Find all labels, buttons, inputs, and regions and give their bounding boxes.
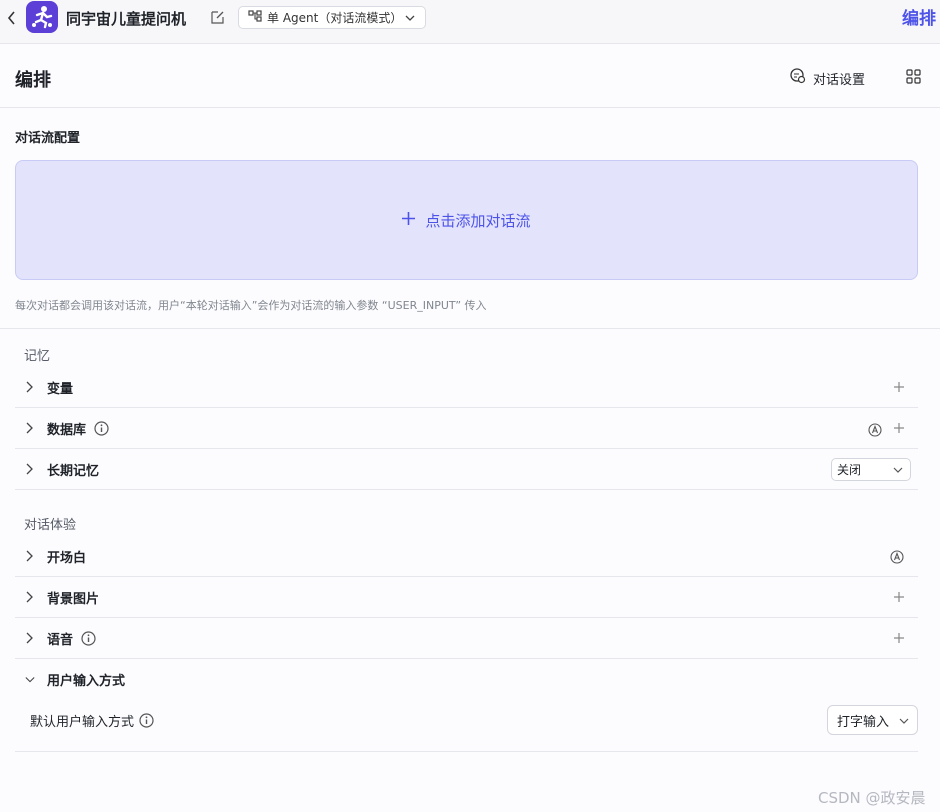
watermark: CSDN @政安晨: [818, 789, 926, 807]
flow-config-title: 对话流配置: [15, 131, 81, 146]
top-bar: 同宇宙儿童提问机 单 Agent（对话流模式） 编排: [0, 0, 940, 44]
chevron-right-icon: [25, 463, 35, 475]
long-term-memory-select[interactable]: 关闭: [831, 458, 911, 481]
info-icon[interactable]: [94, 420, 109, 436]
add-database-plus-icon[interactable]: [894, 421, 904, 436]
experience-item-voice[interactable]: 语音: [15, 618, 918, 659]
chevron-right-icon: [25, 632, 35, 644]
layout-grid-icon[interactable]: [906, 69, 921, 84]
memory-item-database[interactable]: 数据库: [15, 408, 918, 449]
chevron-right-icon: [25, 550, 35, 562]
background-image-label: 背景图片: [47, 591, 100, 607]
default-input-method-row: 默认用户输入方式 打字输入: [15, 700, 918, 752]
long-term-memory-value: 关闭: [837, 463, 862, 477]
default-input-method-label: 默认用户输入方式: [30, 711, 154, 730]
default-input-method-value: 打字输入: [837, 714, 890, 730]
page-header: 编排 对话设置: [0, 44, 940, 108]
chevron-down-icon: [893, 464, 903, 478]
add-background-plus-icon[interactable]: [894, 590, 904, 605]
auto-generate-icon[interactable]: [868, 422, 882, 437]
app-name: 同宇宙儿童提问机: [66, 10, 187, 28]
memory-item-variables[interactable]: 变量: [15, 367, 918, 408]
chevron-down-icon: [405, 12, 415, 26]
chevron-right-icon: [25, 591, 35, 603]
memory-item-long-term[interactable]: 长期记忆 关闭: [15, 449, 918, 490]
info-icon[interactable]: [81, 630, 96, 646]
experience-item-background[interactable]: 背景图片: [15, 577, 918, 618]
top-right-title[interactable]: 编排: [902, 4, 936, 29]
chevron-down-icon: [25, 676, 35, 684]
add-voice-plus-icon[interactable]: [894, 631, 904, 646]
experience-item-input-method[interactable]: 用户输入方式: [15, 659, 918, 700]
default-input-method-text: 默认用户输入方式: [30, 715, 135, 730]
database-label: 数据库: [47, 422, 87, 438]
conversation-settings-button[interactable]: 对话设置: [790, 68, 865, 88]
long-term-memory-label: 长期记忆: [47, 463, 100, 479]
voice-label: 语音: [47, 632, 74, 648]
edit-icon[interactable]: [211, 9, 225, 24]
chevron-right-icon: [25, 381, 35, 393]
section-divider: [0, 328, 940, 329]
agent-mode-label: 单 Agent（对话流模式）: [267, 11, 403, 25]
page-title: 编排: [15, 70, 51, 91]
add-flow-label: 点击添加对话流: [425, 211, 531, 230]
app-logo-icon: [26, 1, 58, 33]
memory-group-title: 记忆: [24, 349, 51, 364]
auto-generate-icon[interactable]: [890, 549, 904, 564]
variables-label: 变量: [47, 381, 74, 397]
experience-group-title: 对话体验: [24, 518, 77, 533]
default-input-method-select[interactable]: 打字输入: [827, 705, 918, 735]
back-chevron-icon[interactable]: [4, 8, 18, 28]
input-method-label: 用户输入方式: [47, 674, 126, 689]
chevron-right-icon: [25, 422, 35, 434]
flow-hint-text: 每次对话都会调用该对话流，用户“本轮对话输入”会作为对话流的输入参数 “USER…: [15, 299, 487, 312]
add-conversation-flow-button[interactable]: 点击添加对话流: [15, 160, 918, 280]
conversation-settings-label: 对话设置: [813, 72, 866, 88]
settings-icon: [790, 68, 806, 88]
add-variable-plus-icon[interactable]: [894, 380, 904, 395]
opening-label: 开场白: [47, 550, 87, 566]
agent-mode-dropdown[interactable]: 单 Agent（对话流模式）: [238, 6, 426, 29]
workflow-icon: [248, 10, 262, 25]
chevron-down-icon: [899, 715, 909, 730]
plus-icon: [402, 211, 416, 229]
info-icon[interactable]: [139, 713, 154, 728]
experience-item-opening[interactable]: 开场白: [15, 536, 918, 577]
